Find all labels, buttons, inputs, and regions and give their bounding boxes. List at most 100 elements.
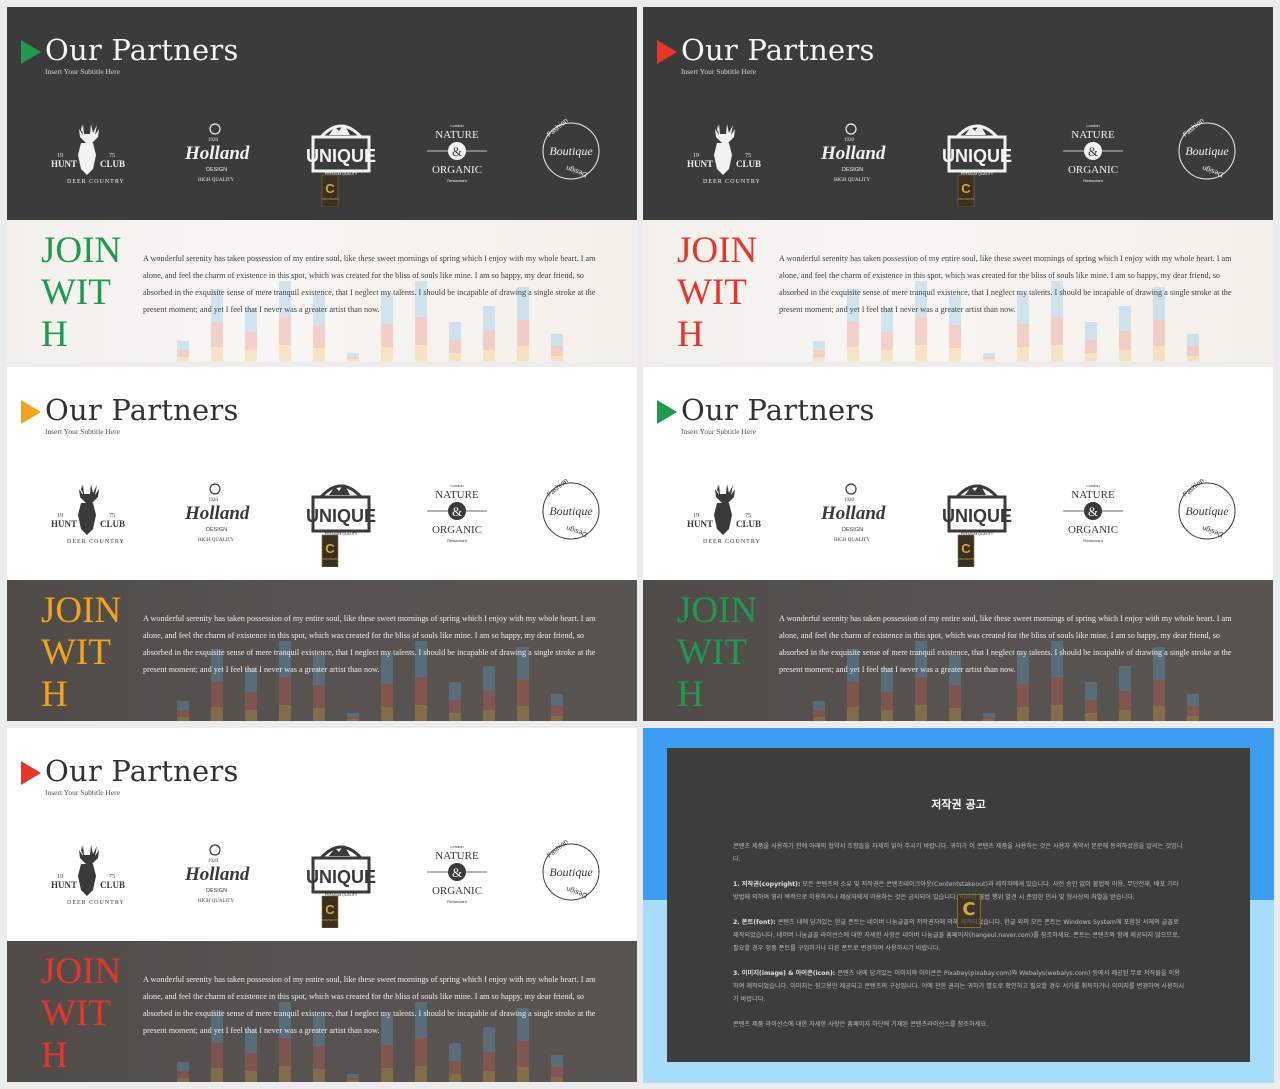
svg-text:Holland: Holland xyxy=(184,503,250,524)
background-bar xyxy=(1085,713,1097,721)
background-bar xyxy=(1119,690,1131,710)
background-bar xyxy=(313,1045,325,1069)
background-bar xyxy=(177,1061,189,1071)
svg-text:Design: Design xyxy=(565,524,588,538)
svg-text:ORGANIC: ORGANIC xyxy=(432,524,482,536)
svg-text:Fashion: Fashion xyxy=(1182,117,1206,138)
svg-text:Boutique: Boutique xyxy=(1185,504,1229,518)
background-bar xyxy=(551,355,563,361)
background-bar xyxy=(177,340,189,350)
background-bar xyxy=(551,1067,563,1077)
svg-text:London: London xyxy=(1086,123,1099,128)
holland-logo: 1920 Holland DESIGN HIGH QUALITY xyxy=(801,467,901,567)
slide-header-area: Our Partners Insert Your Subtitle Here 1… xyxy=(7,728,637,941)
background-bar xyxy=(381,1068,393,1082)
svg-text:C: C xyxy=(325,902,335,917)
svg-text:CLUB: CLUB xyxy=(100,880,125,890)
triangle-play-icon xyxy=(21,761,41,785)
background-bar xyxy=(245,350,257,361)
svg-text:Fashion: Fashion xyxy=(1182,477,1206,498)
svg-text:Holland: Holland xyxy=(184,143,250,164)
svg-text:DESIGN: DESIGN xyxy=(206,167,227,173)
background-bar xyxy=(449,1043,461,1061)
background-bar xyxy=(1017,683,1029,708)
background-bar xyxy=(949,324,961,348)
slide-title: Our Partners xyxy=(681,33,875,67)
slide-header-area: Our Partners Insert Your Subtitle Here 1… xyxy=(7,367,637,580)
copyright-item-text: 모든 콘텐츠의 소유 및 저작권은 콘텐츠테이크아웃(Contentstakeo… xyxy=(733,881,1179,901)
boutique-logo: Fashion Boutique Design xyxy=(1157,467,1257,567)
background-bar xyxy=(813,349,825,357)
join-heading-line: WIT xyxy=(41,272,111,313)
background-bar xyxy=(483,690,495,710)
join-heading-line: H xyxy=(41,674,68,715)
background-bar xyxy=(177,349,189,357)
background-bar xyxy=(949,707,961,721)
nature-organic-logo: London NATURE & ORGANIC Restaurant xyxy=(1043,107,1143,207)
svg-text:London: London xyxy=(450,483,463,488)
svg-text:C: C xyxy=(325,181,335,196)
unique-logo: UNIQUE PREMIUM QUALITY C CONTENTS xyxy=(291,828,391,929)
partner-logos: 19 75 HUNT CLUB DEER COUNTRY 1920 Hollan… xyxy=(37,467,607,568)
slide-thumbnail[interactable]: Our Partners Insert Your Subtitle Here 1… xyxy=(643,7,1273,361)
background-bar xyxy=(483,330,495,350)
svg-text:HUNT: HUNT xyxy=(687,519,713,529)
svg-text:DEER COUNTRY: DEER COUNTRY xyxy=(67,539,125,545)
background-bar xyxy=(381,1044,393,1069)
nature-organic-logo: London NATURE & ORGANIC Restaurant xyxy=(1043,467,1143,567)
background-bar xyxy=(449,682,461,700)
background-bar xyxy=(211,681,223,707)
background-bar xyxy=(211,1042,223,1068)
join-heading-line: WIT xyxy=(677,632,747,673)
svg-text:DEER COUNTRY: DEER COUNTRY xyxy=(703,539,761,545)
join-with-heading: JOIN WIT H xyxy=(41,951,121,1077)
svg-text:Restaurant: Restaurant xyxy=(447,178,467,183)
holland-logo: 1920 Holland DESIGN HIGH QUALITY xyxy=(165,467,265,567)
join-heading-line: H xyxy=(677,314,704,355)
background-bar xyxy=(381,707,393,721)
svg-text:Fashion: Fashion xyxy=(546,838,570,859)
svg-text:CONTENTS: CONTENTS xyxy=(958,557,975,561)
background-bar xyxy=(915,345,927,361)
svg-text:HIGH QUALITY: HIGH QUALITY xyxy=(834,178,870,183)
background-bar xyxy=(279,705,291,721)
background-bar xyxy=(881,350,893,361)
svg-text:Boutique: Boutique xyxy=(549,865,593,879)
join-body-text: A wonderful serenity has taken possessio… xyxy=(143,254,596,314)
slide-thumbnail[interactable]: Our Partners Insert Your Subtitle Here 1… xyxy=(7,7,637,361)
svg-text:CLUB: CLUB xyxy=(100,519,125,529)
slide-thumbnail[interactable]: Our Partners Insert Your Subtitle Here 1… xyxy=(7,728,637,1082)
background-bar xyxy=(449,322,461,340)
svg-text:NATURE: NATURE xyxy=(1071,129,1115,141)
svg-text:&: & xyxy=(1088,144,1098,159)
svg-text:C: C xyxy=(961,541,971,556)
background-bar xyxy=(1051,317,1063,345)
background-bar xyxy=(915,317,927,345)
background-bar xyxy=(1017,707,1029,721)
copyright-slide[interactable]: 저작권 공고 콘텐츠 제품을 사용하기 전에 아래의 협약서 조항들을 자세히 … xyxy=(643,728,1274,1083)
svg-text:DEER COUNTRY: DEER COUNTRY xyxy=(703,179,761,185)
slide-thumbnail[interactable]: Our Partners Insert Your Subtitle Here 1… xyxy=(643,367,1273,721)
join-with-heading: JOIN WIT H xyxy=(677,590,757,716)
background-bar xyxy=(881,710,893,721)
partner-logos: 19 75 HUNT CLUB DEER COUNTRY 1920 Hollan… xyxy=(673,107,1243,208)
background-bar xyxy=(813,340,825,350)
slide-thumbnail[interactable]: Our Partners Insert Your Subtitle Here 1… xyxy=(7,367,637,721)
background-bar xyxy=(1153,346,1165,361)
background-bar xyxy=(415,1066,427,1082)
background-bar xyxy=(915,677,927,705)
svg-text:DEER COUNTRY: DEER COUNTRY xyxy=(67,179,125,185)
background-bar xyxy=(177,1070,189,1078)
slide-header-area: Our Partners Insert Your Subtitle Here 1… xyxy=(643,367,1273,580)
svg-text:Holland: Holland xyxy=(820,143,886,164)
copyright-paragraphs: 콘텐츠 제품을 사용하기 전에 아래의 협약서 조항들을 자세히 읽어 주시기 … xyxy=(733,840,1185,1043)
hunt-club-logo: 19 75 HUNT CLUB DEER COUNTRY xyxy=(37,828,137,928)
background-bar xyxy=(1085,699,1097,714)
background-bar xyxy=(881,691,893,711)
join-heading-line: JOIN xyxy=(677,230,758,271)
svg-text:C: C xyxy=(325,541,335,556)
svg-text:CONTENTS: CONTENTS xyxy=(322,918,339,922)
background-bar xyxy=(517,706,529,721)
background-bar xyxy=(381,683,393,708)
background-bar xyxy=(347,1080,359,1082)
